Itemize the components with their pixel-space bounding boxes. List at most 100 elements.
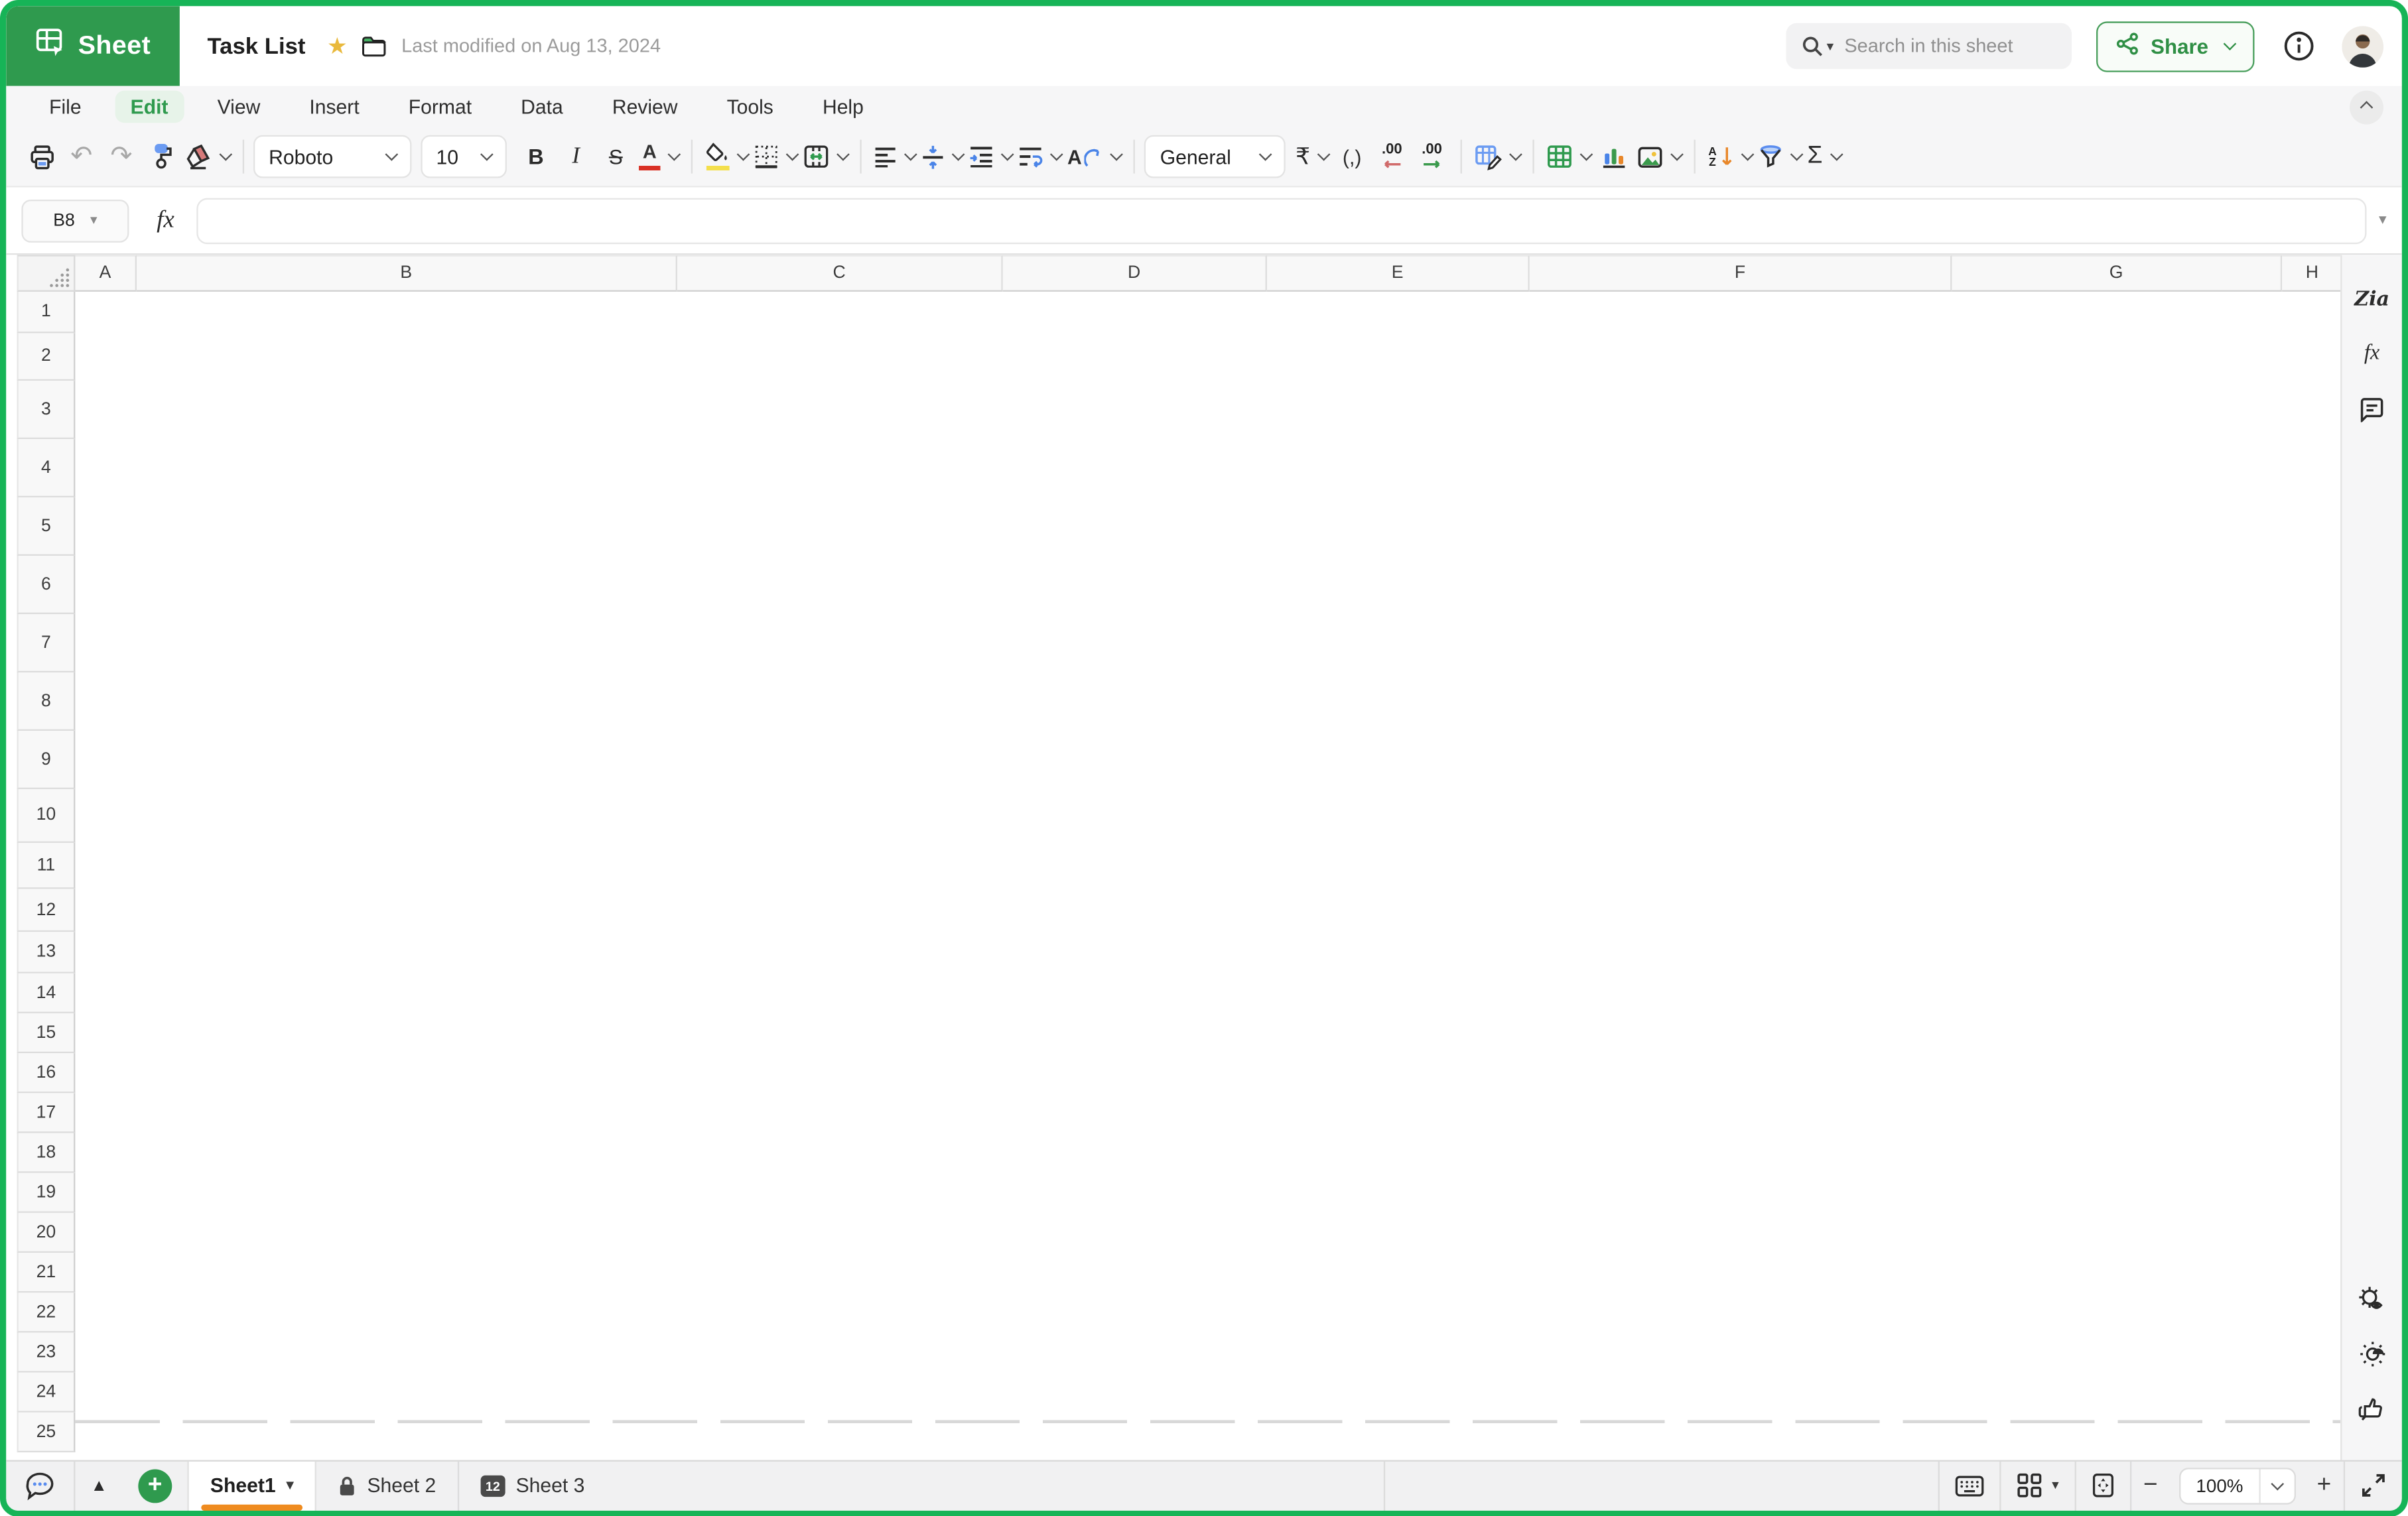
row-header-2[interactable]: 2 <box>17 333 75 381</box>
row-header-5[interactable]: 5 <box>17 497 75 556</box>
insert-table-button[interactable] <box>1544 135 1595 178</box>
share-button[interactable]: Share <box>2097 21 2254 71</box>
sheet-tab-sheet1[interactable]: Sheet1▾ <box>187 1461 316 1510</box>
functions-panel-button[interactable]: fx <box>2349 332 2395 377</box>
vertical-align-button[interactable] <box>918 135 966 178</box>
row-header-11[interactable]: 11 <box>17 843 75 889</box>
zia-assistant-button[interactable]: Zia <box>2349 277 2395 322</box>
fill-color-button[interactable] <box>702 135 751 178</box>
font-size-select[interactable]: 10 <box>421 135 507 178</box>
menu-item-data[interactable]: Data <box>505 91 578 123</box>
favorite-star-icon[interactable]: ★ <box>327 32 348 60</box>
zoom-level-select[interactable]: 100% <box>2179 1467 2295 1504</box>
font-family-select[interactable]: Roboto <box>253 135 411 178</box>
row-header-17[interactable]: 17 <box>17 1093 75 1133</box>
search-input[interactable] <box>1844 35 2044 56</box>
select-all-corner[interactable] <box>17 255 75 292</box>
menu-item-insert[interactable]: Insert <box>294 91 375 123</box>
cell-name-box[interactable]: B8 ▾ <box>21 199 129 242</box>
sort-button[interactable]: AZ <box>1706 135 1755 178</box>
column-header-H[interactable]: H <box>2282 255 2340 292</box>
row-header-8[interactable]: 8 <box>17 672 75 731</box>
cells-canvas[interactable] <box>75 292 2340 1452</box>
row-header-22[interactable]: 22 <box>17 1293 75 1332</box>
bold-button[interactable]: B <box>516 135 556 178</box>
row-header-25[interactable]: 25 <box>17 1413 75 1452</box>
row-header-21[interactable]: 21 <box>17 1253 75 1293</box>
sheet-tab-sheet-3[interactable]: 12Sheet 3 <box>459 1461 606 1510</box>
row-header-18[interactable]: 18 <box>17 1133 75 1173</box>
row-header-1[interactable]: 1 <box>17 292 75 334</box>
menu-item-edit[interactable]: Edit <box>115 91 184 123</box>
filter-button[interactable] <box>1755 135 1804 178</box>
row-header-14[interactable]: 14 <box>17 974 75 1013</box>
comma-style-button[interactable]: (,) <box>1332 135 1372 178</box>
column-header-E[interactable]: E <box>1267 255 1530 292</box>
row-header-23[interactable]: 23 <box>17 1332 75 1372</box>
fit-to-screen-button[interactable] <box>2076 1461 2129 1510</box>
app-logo[interactable]: Sheet <box>6 6 180 86</box>
column-header-G[interactable]: G <box>1952 255 2282 292</box>
row-header-6[interactable]: 6 <box>17 556 75 614</box>
theme-brightness-button[interactable] <box>2349 1330 2395 1376</box>
zoom-in-button[interactable]: + <box>2305 1461 2344 1510</box>
borders-button[interactable] <box>751 135 800 178</box>
format-painter-button[interactable] <box>141 135 181 178</box>
row-header-3[interactable]: 3 <box>17 381 75 439</box>
collapse-toolbar-button[interactable] <box>2350 90 2383 123</box>
zoom-out-button[interactable]: − <box>2131 1461 2170 1510</box>
row-header-15[interactable]: 15 <box>17 1013 75 1053</box>
menu-item-file[interactable]: File <box>34 91 97 123</box>
italic-button[interactable]: I <box>556 135 596 178</box>
row-header-20[interactable]: 20 <box>17 1213 75 1253</box>
sheet-list-button[interactable]: ▲ <box>75 1461 123 1510</box>
add-sheet-button[interactable]: + <box>138 1468 172 1502</box>
print-button[interactable] <box>21 135 61 178</box>
text-color-button[interactable]: A <box>635 135 681 178</box>
column-header-B[interactable]: B <box>137 255 677 292</box>
column-header-A[interactable]: A <box>75 255 137 292</box>
column-header-F[interactable]: F <box>1530 255 1952 292</box>
column-header-C[interactable]: C <box>677 255 1003 292</box>
menu-item-review[interactable]: Review <box>597 91 693 123</box>
row-header-10[interactable]: 10 <box>17 789 75 843</box>
conditional-format-button[interactable] <box>1472 135 1524 178</box>
increase-decimal-button[interactable]: .00 <box>1412 135 1451 178</box>
row-header-24[interactable]: 24 <box>17 1373 75 1413</box>
row-header-19[interactable]: 19 <box>17 1173 75 1213</box>
text-rotate-button[interactable]: A <box>1064 135 1124 178</box>
formula-bar-expand-icon[interactable]: ▾ <box>2379 212 2387 228</box>
info-button[interactable] <box>2282 29 2316 63</box>
clear-format-button[interactable] <box>181 135 234 178</box>
column-header-D[interactable]: D <box>1003 255 1267 292</box>
menu-item-help[interactable]: Help <box>807 91 879 123</box>
comments-panel-button[interactable] <box>2349 387 2395 432</box>
strikethrough-button[interactable]: S <box>596 135 635 178</box>
document-title[interactable]: Task List <box>208 33 306 59</box>
merge-cells-button[interactable] <box>800 135 850 178</box>
row-header-12[interactable]: 12 <box>17 889 75 932</box>
menu-item-format[interactable]: Format <box>393 91 488 123</box>
horizontal-scrollbar[interactable] <box>75 1419 2340 1422</box>
sheet-search[interactable]: ▾ <box>1786 23 2072 69</box>
row-header-13[interactable]: 13 <box>17 932 75 974</box>
virtual-keyboard-button[interactable] <box>1940 1461 1999 1510</box>
view-settings-button[interactable] <box>2349 1275 2395 1321</box>
number-format-select[interactable]: General <box>1145 135 1286 178</box>
freeze-panes-button[interactable]: ▾ <box>2001 1461 2074 1510</box>
currency-button[interactable]: ₹ <box>1292 135 1332 178</box>
row-header-9[interactable]: 9 <box>17 731 75 789</box>
fullscreen-button[interactable] <box>2345 1461 2402 1510</box>
wrap-text-button[interactable] <box>1015 135 1064 178</box>
undo-button[interactable]: ↶ <box>62 135 101 178</box>
formula-input[interactable] <box>196 197 2366 243</box>
row-header-4[interactable]: 4 <box>17 439 75 497</box>
menu-item-tools[interactable]: Tools <box>711 91 789 123</box>
redo-button[interactable]: ↷ <box>101 135 141 178</box>
feedback-button[interactable] <box>2349 1385 2395 1431</box>
menu-item-view[interactable]: View <box>202 91 275 123</box>
decrease-decimal-button[interactable]: .00 <box>1372 135 1412 178</box>
horizontal-align-button[interactable] <box>871 135 919 178</box>
indent-button[interactable] <box>966 135 1015 178</box>
insert-chart-button[interactable] <box>1595 135 1635 178</box>
